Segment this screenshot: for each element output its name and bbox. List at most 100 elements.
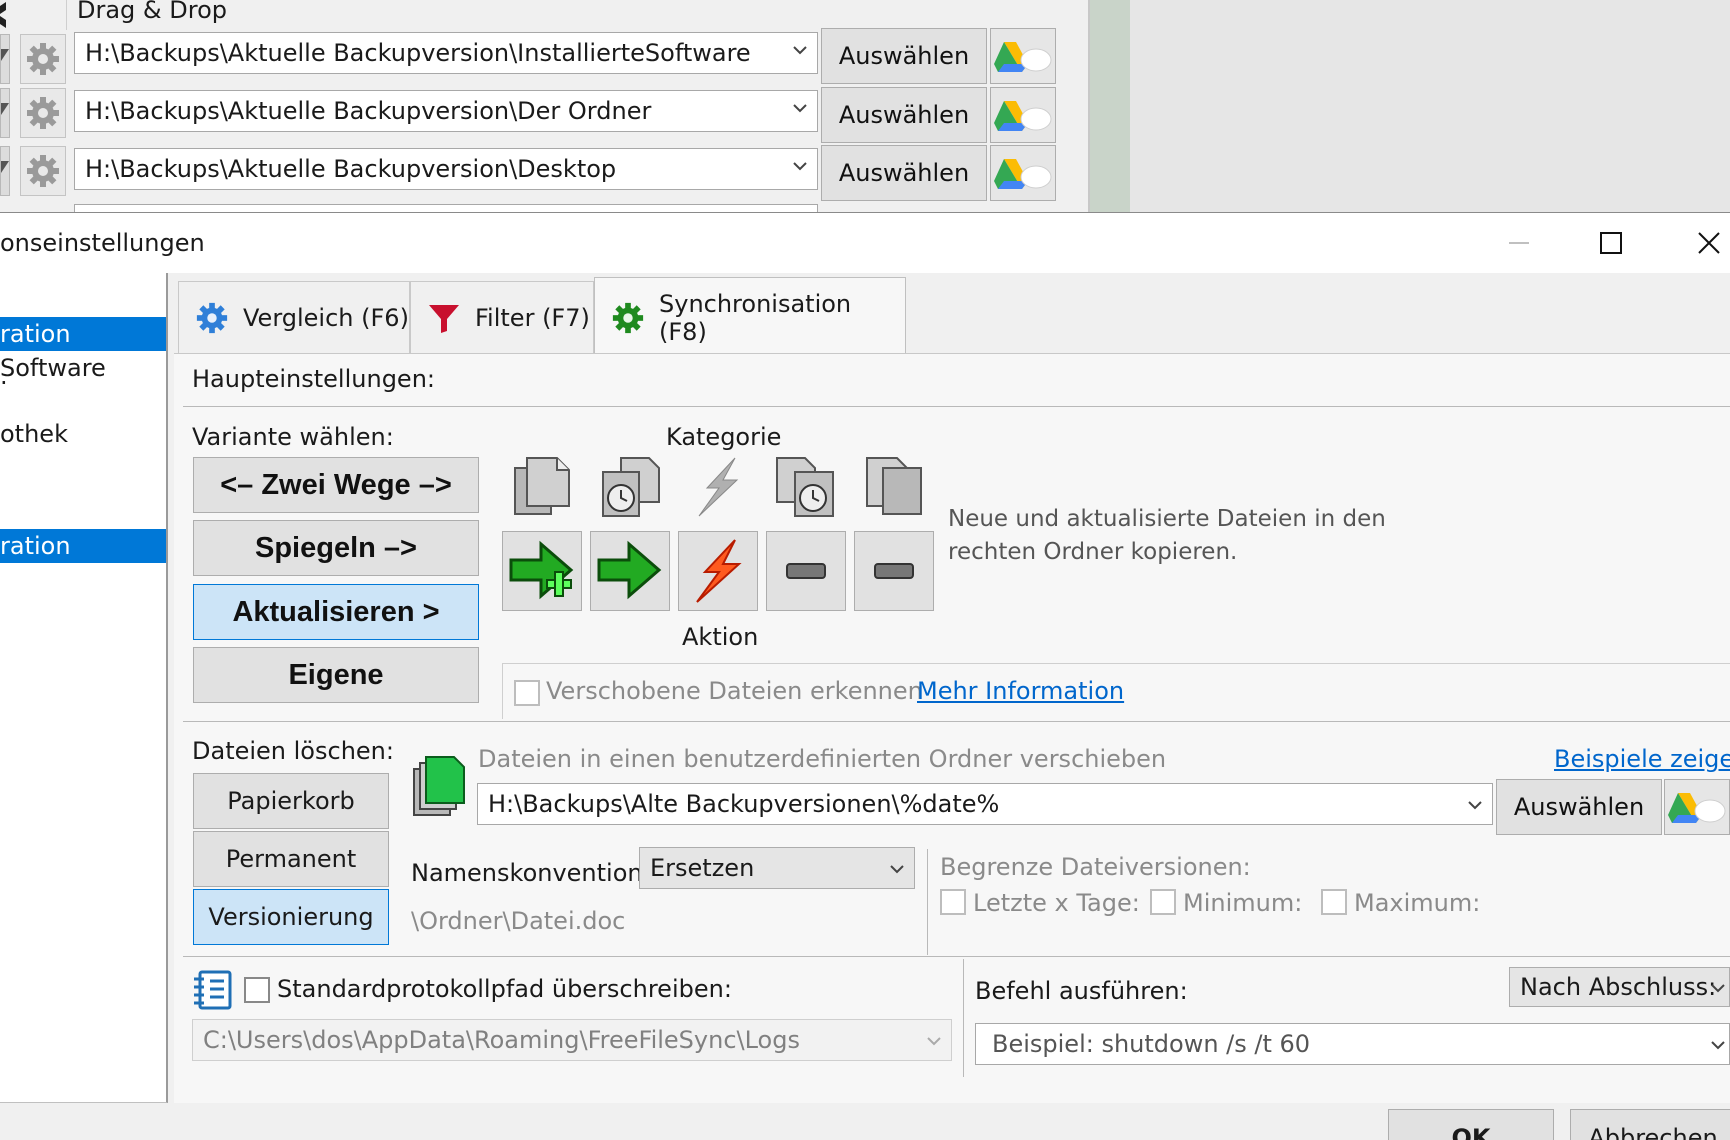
cloud-drive-button[interactable] (990, 28, 1056, 84)
lightning-red-icon (696, 539, 742, 603)
cloud-drive-icon (1668, 793, 1726, 823)
override-log-path-checkbox[interactable] (244, 977, 270, 1003)
cloud-drive-button[interactable] (990, 87, 1056, 143)
versioning-button[interactable]: Versionierung (193, 889, 389, 945)
config-list-item[interactable]: othek (0, 417, 166, 451)
command-placeholder: Beispiel: shutdown /s /t 60 (992, 1030, 1311, 1058)
versioning-folder-icon (410, 753, 468, 819)
cloud-drive-button[interactable] (1664, 779, 1730, 835)
cloud-drive-icon (994, 159, 1052, 189)
folder-path-combo[interactable]: H:\Backups\Aktuelle Backupversion\Deskto… (74, 148, 818, 190)
command-input[interactable]: Beispiel: shutdown /s /t 60 (975, 1023, 1730, 1065)
chevron-down-icon (1709, 979, 1727, 997)
maximize-button[interactable] (1566, 213, 1656, 273)
config-list-item[interactable]: ration (0, 529, 166, 563)
limit-minimum-label: Minimum: (1183, 889, 1303, 917)
limit-minimum-checkbox[interactable] (1150, 889, 1176, 915)
gear-icon[interactable] (20, 88, 66, 138)
select-folder-button[interactable]: Auswählen (821, 87, 987, 143)
naming-convention-value: Ersetzen (650, 854, 755, 882)
variant-two-way-button[interactable]: <– Zwei Wege –> (193, 457, 479, 513)
log-path-combo[interactable]: C:\Users\dos\AppData\Roaming\FreeFileSyn… (192, 1019, 952, 1061)
gear-icon[interactable] (20, 34, 66, 84)
versioning-path-combo[interactable]: H:\Backups\Alte Backupversionen\%date% (477, 783, 1493, 825)
tab-compare[interactable]: Vergleich (F6) (178, 281, 410, 353)
gear-blue-icon (195, 301, 229, 335)
divider (183, 721, 1730, 722)
chevron-down-icon (925, 1032, 943, 1050)
variant-mirror-button[interactable]: Spiegeln –> (193, 520, 479, 576)
minimize-icon (1509, 242, 1529, 244)
tab-label: Synchronisation (F8) (659, 289, 852, 346)
action-do-nothing-button[interactable] (766, 531, 846, 611)
green-arrow-plus-icon (509, 540, 574, 600)
chevron-down-icon (791, 157, 809, 175)
select-folder-button[interactable]: Auswählen (821, 28, 987, 84)
run-command-label: Befehl ausführen: (975, 977, 1188, 1005)
gear-icon[interactable] (20, 146, 66, 196)
config-list-panel: ration (0, 273, 168, 1103)
right-newer-file-icon (770, 451, 842, 523)
divider (183, 956, 1730, 957)
limit-last-days-checkbox[interactable] (940, 889, 966, 915)
bg-row-handle[interactable] (0, 146, 10, 196)
ok-button[interactable]: OK (1388, 1109, 1554, 1140)
variant-label: Variante wählen: (192, 423, 394, 451)
cloud-drive-icon (994, 42, 1052, 72)
select-folder-button[interactable]: Auswählen (821, 145, 987, 201)
minus-bar-icon (874, 563, 914, 579)
bg-row-handle[interactable] (0, 88, 10, 138)
action-label: Aktion (682, 623, 759, 651)
permanent-delete-button[interactable]: Permanent (193, 831, 389, 887)
action-do-nothing-button[interactable] (854, 531, 934, 611)
command-timing-value: Nach Abschluss: (1520, 973, 1717, 1001)
minimize-button[interactable] (1474, 213, 1564, 273)
folder-path-combo[interactable]: H:\Backups\Aktuelle Backupversion\Der Or… (74, 90, 818, 132)
config-list-item-selected[interactable]: ration (0, 317, 166, 351)
action-conflict-button[interactable] (678, 531, 758, 611)
detect-moved-checkbox[interactable] (514, 680, 540, 706)
conflict-lightning-grey-icon (682, 451, 754, 523)
gear-green-icon (611, 301, 645, 335)
drag-drop-label: Drag & Drop (77, 0, 227, 24)
close-button[interactable] (1664, 213, 1730, 273)
tab-synchronisation[interactable]: Synchronisation (F8) (594, 277, 906, 357)
dialog-title: onseinstellungen (0, 229, 205, 257)
chevron-down-icon (791, 99, 809, 117)
cloud-drive-button[interactable] (990, 145, 1056, 201)
chevron-down-icon (1466, 796, 1484, 814)
command-timing-select[interactable]: Nach Abschluss: (1509, 967, 1730, 1007)
config-list-item[interactable]: · (0, 373, 166, 393)
chevron-down-icon (1709, 1036, 1727, 1054)
cancel-button[interactable]: Abbrechen (1570, 1109, 1730, 1140)
limit-maximum-checkbox[interactable] (1321, 889, 1347, 915)
variant-update-button[interactable]: Aktualisieren > (193, 584, 479, 640)
more-info-link[interactable]: Mehr Information (917, 677, 1124, 705)
folder-path-combo[interactable]: H:\Backups\Aktuelle Backupversion\Instal… (74, 32, 818, 74)
recycle-bin-button[interactable]: Papierkorb (193, 773, 389, 829)
move-to-folder-label: Dateien in einen benutzerdefinierten Ord… (478, 745, 1167, 773)
left-only-file-icon (506, 451, 578, 523)
select-versioning-folder-button[interactable]: Auswählen (1496, 779, 1662, 835)
divider (183, 406, 1730, 407)
action-update-right-button[interactable] (590, 531, 670, 611)
naming-convention-select[interactable]: Ersetzen (639, 847, 915, 889)
funnel-icon (427, 301, 461, 335)
show-examples-link[interactable]: Beispiele zeigen (1554, 745, 1730, 773)
divider (963, 959, 964, 1077)
bg-row-handle[interactable] (0, 34, 10, 84)
variant-custom-button[interactable]: Eigene (193, 647, 479, 703)
tab-filter[interactable]: Filter (F7) (410, 281, 594, 353)
main-settings-label: Haupteinstellungen: (192, 365, 435, 393)
bg-header-cell: Drag & Drop (66, 0, 1088, 30)
close-icon (1698, 232, 1720, 254)
limit-last-days-label: Letzte x Tage: (973, 889, 1140, 917)
folder-path-value: H:\Backups\Aktuelle Backupversion\Der Or… (85, 97, 652, 125)
versioning-path-value: H:\Backups\Alte Backupversionen\%date% (488, 790, 1000, 818)
action-create-right-button[interactable] (502, 531, 582, 611)
minus-bar-icon (786, 563, 826, 579)
variant-description: Neue und aktualisierte Dateien in den re… (948, 506, 1386, 565)
background-window: Drag & Drop H:\Backups\Aktuelle Backupve… (0, 0, 1090, 212)
detect-moved-label: Verschobene Dateien erkennen (546, 677, 923, 705)
tab-label: Vergleich (F6) (243, 303, 409, 332)
